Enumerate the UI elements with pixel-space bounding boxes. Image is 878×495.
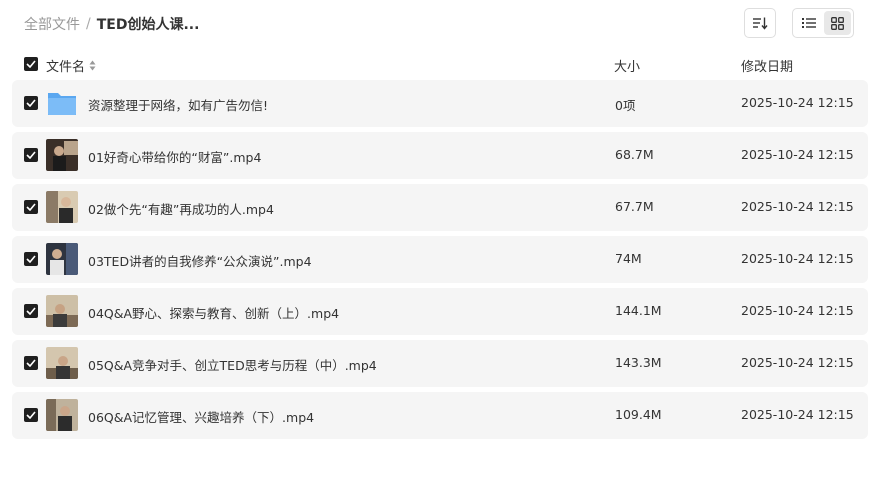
row-checkbox[interactable] (24, 356, 38, 370)
grid-view-icon (831, 16, 844, 30)
file-name[interactable]: 02做个先“有趣”再成功的人.mp4 (88, 199, 274, 218)
check-icon (26, 151, 36, 159)
file-size: 68.7M (615, 147, 654, 162)
file-date: 2025-10-24 12:15 (741, 355, 854, 370)
file-size: 109.4M (615, 407, 662, 422)
column-date-header[interactable]: 修改日期 (741, 56, 793, 75)
file-row[interactable]: 06Q&A记忆管理、兴趣培养（下）.mp4 109.4M 2025-10-24 … (12, 392, 868, 439)
file-date: 2025-10-24 12:15 (741, 199, 854, 214)
video-thumbnail (46, 295, 78, 327)
file-row[interactable]: 04Q&A野心、探索与教育、创新（上）.mp4 144.1M 2025-10-2… (12, 288, 868, 335)
list-view-icon (801, 18, 816, 28)
select-all-checkbox[interactable] (24, 57, 38, 71)
sort-arrows-icon (89, 60, 96, 71)
column-size-header[interactable]: 大小 (614, 56, 640, 75)
video-thumbnail (46, 139, 78, 171)
file-row[interactable]: 01好奇心带给你的“财富”.mp4 68.7M 2025-10-24 12:15 (12, 132, 868, 179)
row-checkbox[interactable] (24, 252, 38, 266)
column-name-label: 文件名 (46, 60, 86, 75)
file-size: 67.7M (615, 199, 654, 214)
view-toggle (792, 8, 854, 38)
check-icon (26, 359, 36, 367)
row-checkbox[interactable] (24, 408, 38, 422)
file-date: 2025-10-24 12:15 (741, 303, 854, 318)
row-checkbox[interactable] (24, 96, 38, 110)
video-thumbnail (46, 191, 78, 223)
check-icon (26, 411, 36, 419)
breadcrumb: 全部文件 / TED创始人课... (24, 15, 199, 33)
file-row[interactable]: 05Q&A竞争对手、创立TED思考与历程（中）.mp4 143.3M 2025-… (12, 340, 868, 387)
file-name[interactable]: 04Q&A野心、探索与教育、创新（上）.mp4 (88, 303, 339, 322)
file-row[interactable]: 03TED讲者的自我修养“公众演说”.mp4 74M 2025-10-24 12… (12, 236, 868, 283)
folder-icon (46, 87, 78, 119)
sort-icon (753, 17, 768, 30)
check-icon (26, 307, 36, 315)
file-date: 2025-10-24 12:15 (741, 407, 854, 422)
file-row[interactable]: 资源整理于网络，如有广告勿信! 0项 2025-10-24 12:15 (12, 80, 868, 127)
file-date: 2025-10-24 12:15 (741, 251, 854, 266)
check-icon (26, 60, 36, 68)
file-size: 74M (615, 251, 642, 266)
sort-button[interactable] (744, 8, 776, 38)
file-list: 资源整理于网络，如有广告勿信! 0项 2025-10-24 12:15 01好奇… (12, 80, 868, 444)
file-size: 143.3M (615, 355, 662, 370)
row-checkbox[interactable] (24, 200, 38, 214)
file-name[interactable]: 01好奇心带给你的“财富”.mp4 (88, 147, 261, 166)
file-date: 2025-10-24 12:15 (741, 147, 854, 162)
file-date: 2025-10-24 12:15 (741, 95, 854, 110)
video-thumbnail (46, 243, 78, 275)
video-thumbnail (46, 347, 78, 379)
grid-view-button[interactable] (824, 11, 851, 35)
file-name[interactable]: 资源整理于网络，如有广告勿信! (88, 95, 268, 114)
list-view-button[interactable] (795, 11, 822, 35)
check-icon (26, 203, 36, 211)
check-icon (26, 99, 36, 107)
file-row[interactable]: 02做个先“有趣”再成功的人.mp4 67.7M 2025-10-24 12:1… (12, 184, 868, 231)
video-thumbnail (46, 399, 78, 431)
check-icon (26, 255, 36, 263)
file-size: 0项 (615, 98, 636, 113)
table-header: 文件名 大小 修改日期 (0, 54, 878, 75)
row-checkbox[interactable] (24, 304, 38, 318)
file-name[interactable]: 06Q&A记忆管理、兴趣培养（下）.mp4 (88, 407, 314, 426)
row-checkbox[interactable] (24, 148, 38, 162)
breadcrumb-root-link[interactable]: 全部文件 (24, 14, 80, 34)
file-name[interactable]: 03TED讲者的自我修养“公众演说”.mp4 (88, 251, 312, 270)
file-name[interactable]: 05Q&A竞争对手、创立TED思考与历程（中）.mp4 (88, 355, 377, 374)
column-name-header[interactable]: 文件名 (46, 56, 96, 75)
breadcrumb-separator: / (86, 16, 91, 32)
file-size: 144.1M (615, 303, 662, 318)
breadcrumb-current: TED创始人课... (96, 17, 200, 33)
